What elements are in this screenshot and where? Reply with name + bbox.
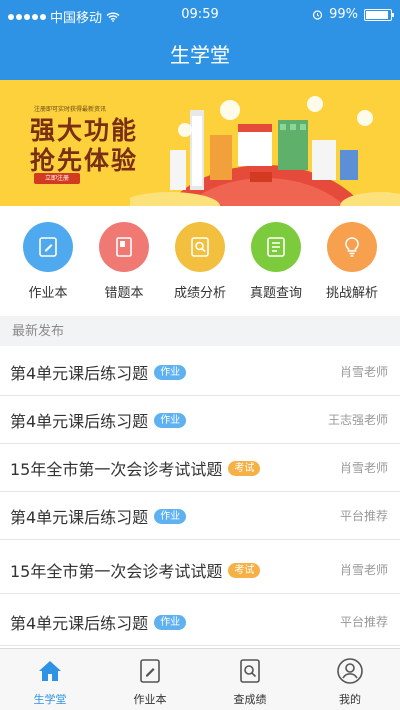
latest-list: 第4单元课后练习题 作业 肖雪老师 第4单元课后练习题 作业 王志强老师 15年… bbox=[0, 346, 400, 648]
item-title: 第4单元课后练习题 bbox=[10, 364, 149, 383]
list-item[interactable]: 第4单元课后练习题 作业 平台推荐 bbox=[0, 490, 400, 540]
tab-profile[interactable]: 我的 bbox=[300, 649, 400, 710]
banner-note: 注册即可实时获得最新资讯 bbox=[34, 106, 107, 113]
list-item[interactable]: 第4单元课后练习题 作业 王志强老师 bbox=[0, 394, 400, 444]
quick-item-challenge[interactable]: 挑战解析 bbox=[312, 222, 392, 301]
battery-percent: 99% bbox=[329, 7, 358, 22]
item-tag: 作业 bbox=[154, 508, 187, 524]
item-author: 肖雪老师 bbox=[339, 461, 388, 475]
item-title: 15年全市第一次会诊考试试题 bbox=[10, 562, 223, 581]
magnifier-icon bbox=[175, 222, 225, 272]
list-item[interactable]: 15年全市第一次会诊考试试题 考试 肖雪老师 bbox=[0, 442, 400, 492]
quick-item-score-analysis[interactable]: 成绩分析 bbox=[160, 222, 240, 301]
system-status: 99% bbox=[312, 7, 394, 22]
tab-label-homework: 作业本 bbox=[133, 693, 167, 706]
document-icon bbox=[251, 222, 301, 272]
item-author: 平台推荐 bbox=[339, 509, 388, 523]
item-tag: 作业 bbox=[154, 364, 187, 380]
tab-label-scores: 查成绩 bbox=[233, 693, 267, 706]
pencil-icon bbox=[140, 659, 160, 683]
quick-item-past-papers[interactable]: 真题查询 bbox=[236, 222, 316, 301]
register-button[interactable]: 立即注册 bbox=[34, 173, 80, 184]
tab-label-profile: 我的 bbox=[339, 693, 361, 706]
item-tag: 作业 bbox=[154, 412, 187, 428]
tab-home[interactable]: 生学堂 bbox=[0, 649, 100, 710]
list-item[interactable]: 15年全市第一次会诊考试试题 考试 肖雪老师 bbox=[0, 544, 400, 594]
user-icon bbox=[337, 658, 363, 684]
promo-banner[interactable]: 注册即可实时获得最新资讯 强大功能 抢先体验 立即注册 bbox=[0, 80, 400, 206]
banner-headline-line1: 强大功能 bbox=[30, 116, 139, 145]
status-bar: 中国移动 09:59 99% bbox=[0, 0, 400, 30]
item-author: 肖雪老师 bbox=[339, 365, 388, 379]
item-tag: 作业 bbox=[154, 614, 187, 630]
city-illustration bbox=[130, 96, 400, 206]
item-tag: 考试 bbox=[228, 562, 261, 578]
tab-label-home: 生学堂 bbox=[33, 693, 67, 706]
quick-label-past-papers: 真题查询 bbox=[249, 286, 302, 301]
quick-label-mistakes: 错题本 bbox=[104, 286, 144, 301]
item-title: 第4单元课后练习题 bbox=[10, 614, 149, 633]
quick-label-challenge: 挑战解析 bbox=[325, 286, 378, 301]
list-item[interactable]: 第4单元课后练习题 作业 肖雪老师 bbox=[0, 346, 400, 396]
battery-icon bbox=[364, 8, 394, 21]
quick-label-score-analysis: 成绩分析 bbox=[173, 286, 226, 301]
quick-item-mistakes[interactable]: 错题本 bbox=[84, 222, 164, 301]
section-title-latest: 最新发布 bbox=[0, 318, 400, 346]
item-author: 王志强老师 bbox=[327, 413, 388, 427]
banner-headline: 强大功能 抢先体验 bbox=[30, 116, 138, 176]
quick-label-homework: 作业本 bbox=[28, 286, 68, 301]
item-author: 肖雪老师 bbox=[339, 563, 388, 577]
tab-scores[interactable]: 查成绩 bbox=[200, 649, 300, 710]
book-icon bbox=[99, 222, 149, 272]
magnifier-icon bbox=[240, 659, 260, 683]
bulb-icon bbox=[327, 222, 377, 272]
alarm-icon bbox=[312, 10, 323, 20]
home-icon bbox=[39, 661, 61, 681]
item-tag: 考试 bbox=[228, 460, 261, 476]
tab-homework[interactable]: 作业本 bbox=[100, 649, 200, 710]
item-title: 第4单元课后练习题 bbox=[10, 508, 149, 527]
quick-item-homework[interactable]: 作业本 bbox=[8, 222, 88, 301]
tab-bar: 生学堂 作业本 查成绩 我的 bbox=[0, 648, 400, 710]
banner-headline-line2: 抢先体验 bbox=[30, 146, 139, 175]
item-title: 第4单元课后练习题 bbox=[10, 412, 149, 431]
page-title: 生学堂 bbox=[0, 30, 400, 80]
quick-menu: 作业本 错题本 成绩分析 真题查询 挑战解析 bbox=[0, 206, 400, 316]
list-item[interactable]: 第4单元课后练习题 作业 平台推荐 bbox=[0, 596, 400, 646]
item-author: 平台推荐 bbox=[339, 615, 388, 629]
pencil-icon bbox=[23, 222, 73, 272]
item-title: 15年全市第一次会诊考试试题 bbox=[10, 460, 223, 479]
